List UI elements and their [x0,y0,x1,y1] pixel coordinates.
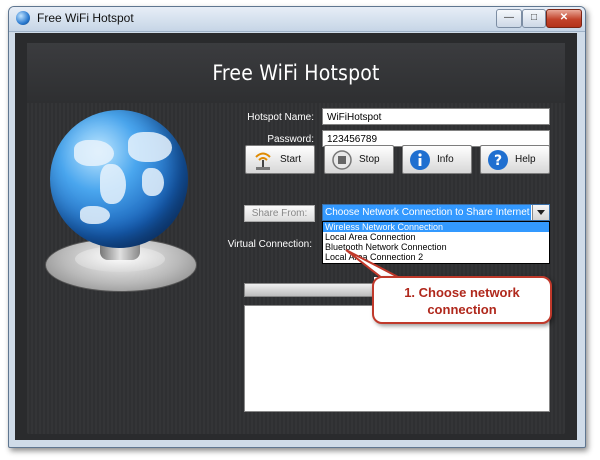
wifi-antenna-icon [255,152,271,170]
share-select-value: Choose Network Connection to Share Inter… [323,205,531,220]
password-label: Password: [267,134,314,145]
help-button-label: Help [515,154,536,165]
app-heading: Free WiFi Hotspot [212,61,380,85]
globe-graphic [40,110,200,300]
callout-line-2: connection [427,302,497,317]
close-button[interactable]: ✕ [546,9,582,28]
help-icon: ? [488,150,508,170]
instruction-callout: 1. Choose network connection [372,276,552,324]
minimize-button[interactable]: — [496,9,522,28]
share-connection-select[interactable]: Choose Network Connection to Share Inter… [322,204,550,221]
info-button[interactable]: Info [402,145,472,174]
dropdown-option-local-area[interactable]: Local Area Connection [323,232,549,242]
stop-button[interactable]: Stop [324,145,394,174]
dropdown-option-wireless[interactable]: Wireless Network Connection [323,222,549,232]
hotspot-name-input[interactable]: WiFiHotspot [322,108,550,125]
stop-button-label: Stop [359,154,380,165]
svg-text:?: ? [494,153,502,169]
app-header: Free WiFi Hotspot [27,43,565,103]
chevron-down-icon[interactable] [532,205,549,220]
info-button-label: Info [437,154,454,165]
title-bar[interactable]: Free WiFi Hotspot — □ ✕ [9,7,585,32]
share-from-button[interactable]: Share From: [244,205,315,222]
earth-globe-icon [50,110,188,248]
help-button[interactable]: ? Help [480,145,550,174]
window-title: Free WiFi Hotspot [37,11,134,25]
info-icon [410,150,430,170]
callout-line-1: 1. Choose network [404,285,520,300]
start-button[interactable]: Start [245,145,315,174]
virtual-connection-label: Virtual Connection: [227,239,312,250]
maximize-button[interactable]: □ [522,9,546,28]
globe-icon [16,11,30,25]
hotspot-name-label: Hotspot Name: [247,112,314,123]
stop-icon [332,150,352,170]
start-button-label: Start [280,154,302,165]
